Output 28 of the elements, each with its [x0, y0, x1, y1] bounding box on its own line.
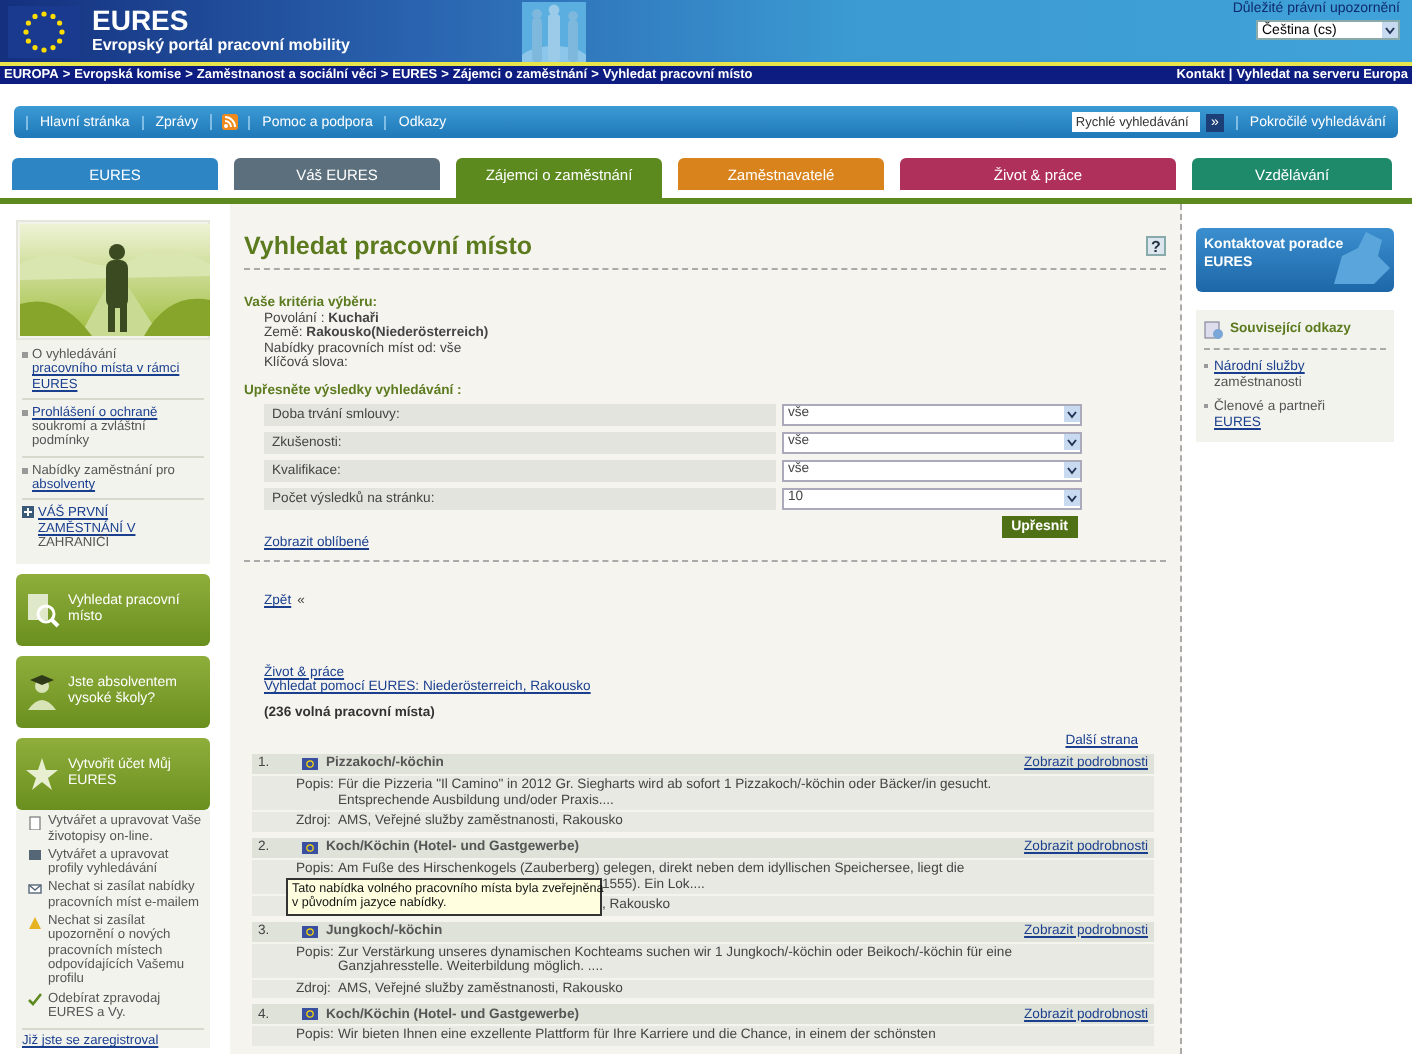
flag-icon	[302, 1008, 318, 1021]
plus-icon	[22, 506, 34, 519]
person-icon	[24, 674, 60, 711]
warning-icon	[28, 915, 42, 930]
links-icon	[1204, 320, 1224, 340]
profile-icon	[28, 848, 42, 863]
site-subtitle: Evropský portál pracovní mobility	[92, 36, 350, 56]
bullet-icon	[22, 467, 28, 474]
dropdown-icon	[1064, 406, 1080, 423]
document-icon	[28, 815, 42, 830]
check-icon	[28, 992, 42, 1007]
flag-icon	[8, 5, 80, 57]
site-title: EURES	[92, 6, 191, 36]
dropdown-icon	[1064, 490, 1080, 507]
flag-icon	[302, 758, 318, 771]
bullet-icon	[22, 352, 28, 358]
page-title: Vyhledat pracovní místo	[244, 232, 533, 260]
dropdown-icon	[1064, 434, 1080, 451]
star-icon	[24, 756, 60, 793]
help-button[interactable]: ?	[1146, 236, 1166, 256]
rss-icon	[222, 114, 239, 130]
dropdown-icon	[1064, 462, 1080, 479]
flag-icon	[302, 925, 318, 938]
flag-icon	[302, 841, 318, 854]
search-icon	[24, 592, 60, 629]
bullet-icon	[22, 409, 28, 416]
dropdown-icon	[1382, 22, 1398, 38]
envelope-icon	[28, 881, 42, 896]
